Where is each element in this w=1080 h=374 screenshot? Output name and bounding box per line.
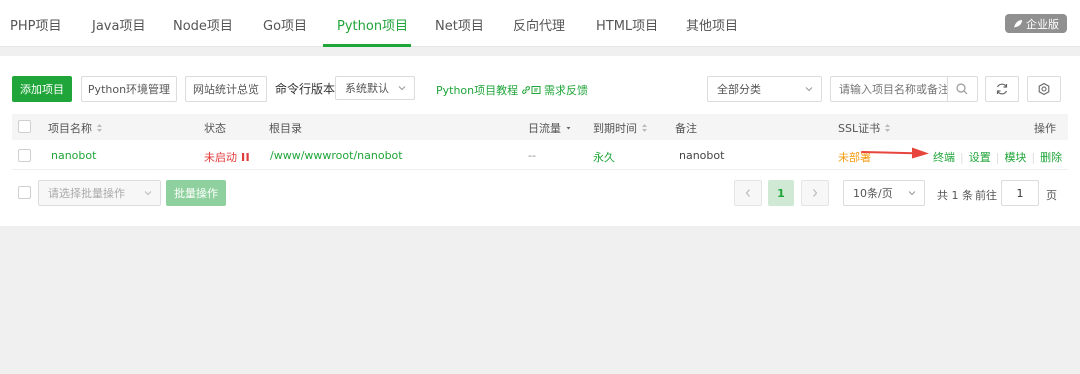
search-divider: [947, 77, 948, 101]
col-ssl-label: SSL证书: [838, 122, 881, 135]
link-icon: [522, 86, 531, 94]
edition-badge-label: 企业版: [1026, 17, 1059, 31]
action-separator: |: [995, 151, 1000, 164]
prev-page-button[interactable]: [734, 180, 762, 206]
search-icon[interactable]: [955, 82, 969, 96]
refresh-icon: [996, 83, 1008, 95]
edition-badge[interactable]: 企业版: [1005, 14, 1067, 33]
gear-icon: [1038, 82, 1050, 96]
settings-button[interactable]: [1027, 76, 1061, 102]
footer-select-checkbox[interactable]: [18, 186, 31, 199]
cmd-version-value: 系统默认: [345, 82, 389, 95]
tab-node[interactable]: Node项目: [173, 15, 233, 34]
tab-go[interactable]: Go项目: [263, 15, 307, 34]
chevron-down-icon: [805, 87, 813, 92]
col-status: 状态: [204, 122, 226, 135]
col-ssl[interactable]: SSL证书: [838, 120, 891, 136]
chevron-down-icon: [398, 86, 406, 91]
refresh-button[interactable]: [985, 76, 1019, 102]
sort-desc-icon: [566, 127, 571, 130]
cmd-version-label: 命令行版本: [275, 82, 336, 96]
chevron-down-icon: [908, 191, 916, 196]
batch-operation-select[interactable]: 请选择批量操作: [38, 180, 161, 206]
tab-net[interactable]: Net项目: [435, 15, 484, 34]
chevron-down-icon: [144, 191, 152, 196]
pause-icon: [242, 153, 249, 161]
page-size-value: 10条/页: [853, 187, 893, 200]
cmd-version-select[interactable]: 系统默认: [335, 76, 415, 100]
feedback-link-text: 需求反馈: [544, 84, 588, 97]
row-checkbox[interactable]: [18, 149, 31, 162]
col-traffic-label: 日流量: [528, 122, 561, 135]
col-note: 备注: [675, 122, 697, 135]
status-text: 未启动: [204, 151, 237, 164]
col-name-label: 项目名称: [48, 122, 92, 135]
col-name[interactable]: 项目名称: [48, 120, 103, 136]
tab-python[interactable]: Python项目: [337, 15, 408, 34]
project-type-tabbar: PHP项目 Java项目 Node项目 Go项目 Python项目 Net项目 …: [0, 0, 1080, 47]
python-tutorial-link[interactable]: Python项目教程: [436, 82, 531, 98]
traffic-value: --: [528, 149, 536, 162]
feedback-link[interactable]: 需求反馈: [531, 82, 588, 98]
total-prefix: 共: [937, 189, 948, 202]
module-action[interactable]: 模块: [1004, 151, 1026, 164]
sort-icon: [642, 124, 647, 132]
col-expire-label: 到期时间: [593, 122, 637, 135]
search-box: [830, 76, 978, 102]
page-button-current[interactable]: 1: [768, 180, 794, 206]
search-input[interactable]: [831, 77, 947, 101]
sort-icon: [97, 124, 102, 132]
col-root: 根目录: [269, 122, 302, 135]
total-count-value: 1: [951, 189, 959, 202]
page-unit-label: 页: [1046, 189, 1057, 202]
total-count: 共 1 条: [937, 187, 973, 203]
status-badge[interactable]: 未启动: [204, 149, 250, 165]
note-value[interactable]: nanobot: [679, 149, 724, 162]
action-separator: |: [1031, 151, 1036, 164]
tab-html[interactable]: HTML项目: [596, 15, 658, 34]
delete-action[interactable]: 删除: [1040, 151, 1062, 164]
tab-reverse-proxy[interactable]: 反向代理: [513, 15, 565, 34]
site-stats-button[interactable]: 网站统计总览: [185, 76, 267, 102]
chevron-right-icon: [813, 189, 818, 197]
col-actions: 操作: [1034, 122, 1056, 135]
batch-operation-placeholder: 请选择批量操作: [48, 187, 125, 200]
col-expire[interactable]: 到期时间: [593, 120, 648, 136]
red-arrow-annotation: [861, 147, 929, 159]
tab-php[interactable]: PHP项目: [10, 15, 61, 34]
page-size-select[interactable]: 10条/页: [843, 180, 925, 206]
root-dir-link[interactable]: /www/wwwroot/nanobot: [270, 149, 403, 162]
table-header: 项目名称 状态 根目录 日流量 到期时间 备注 SSL证书 操作: [12, 114, 1068, 140]
col-traffic[interactable]: 日流量: [528, 120, 572, 136]
batch-operation-button[interactable]: 批量操作: [166, 180, 226, 206]
terminal-action[interactable]: 终端: [933, 151, 955, 164]
chevron-left-icon: [745, 189, 750, 197]
tab-java[interactable]: Java项目: [92, 15, 145, 34]
active-tab-indicator: [323, 44, 411, 47]
tab-other[interactable]: 其他项目: [686, 15, 738, 34]
feedback-icon: [531, 86, 541, 94]
add-project-button[interactable]: 添加项目: [12, 76, 72, 102]
action-separator: |: [960, 151, 964, 164]
row-actions: 终端 | 设置 | 模块 | 删除: [933, 149, 1062, 165]
settings-action[interactable]: 设置: [969, 151, 991, 164]
leaf-icon: [1014, 19, 1022, 28]
next-page-button[interactable]: [801, 180, 829, 206]
goto-page-input[interactable]: [1001, 180, 1039, 206]
project-panel: 添加项目 Python环境管理 网站统计总览 命令行版本 系统默认 Python…: [0, 56, 1080, 226]
python-tutorial-link-text: Python项目教程: [436, 84, 519, 97]
expire-value[interactable]: 永久: [593, 149, 615, 165]
select-all-checkbox[interactable]: [18, 120, 31, 133]
category-select[interactable]: 全部分类: [707, 76, 822, 102]
goto-label: 前往: [975, 189, 997, 202]
total-suffix: 条: [962, 189, 973, 202]
sort-icon: [885, 124, 891, 132]
python-env-button[interactable]: Python环境管理: [81, 76, 177, 102]
project-name-link[interactable]: nanobot: [51, 149, 96, 162]
category-value: 全部分类: [717, 83, 761, 96]
